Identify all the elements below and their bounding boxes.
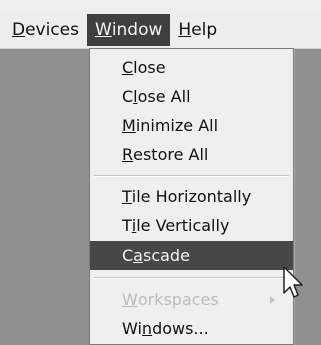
- menu-separator: [94, 277, 289, 279]
- menu-item-workspaces[interactable]: Workspaces: [90, 285, 293, 314]
- menu-item-minimize-all[interactable]: Minimize All: [90, 111, 293, 140]
- menu-item-windows[interactable]: Wi n dows...: [90, 314, 293, 343]
- menu-devices[interactable]: Devices: [0, 14, 87, 46]
- menu-item-close[interactable]: Close: [90, 53, 293, 82]
- menu-separator: [94, 175, 289, 177]
- menu-help[interactable]: Help: [170, 14, 225, 46]
- window-menu-dropdown: Close Cl ose All Minimize All Restore All…: [89, 48, 294, 345]
- menu-item-tile-horizontally[interactable]: Tile Horizontally: [90, 182, 293, 211]
- menu-item-tile-vertically[interactable]: Ti le Vertically: [90, 211, 293, 240]
- menu-item-close-all[interactable]: Cl ose All: [90, 82, 293, 111]
- window-top-edge: [0, 0, 321, 12]
- menu-bar: Devices Window Help: [0, 12, 321, 49]
- menu-item-cascade[interactable]: Ca scade: [90, 241, 293, 270]
- menu-item-restore-all[interactable]: Restore All: [90, 140, 293, 169]
- chevron-right-icon: [270, 296, 275, 304]
- menu-window[interactable]: Window: [87, 14, 171, 46]
- mouse-pointer-icon: [283, 266, 303, 298]
